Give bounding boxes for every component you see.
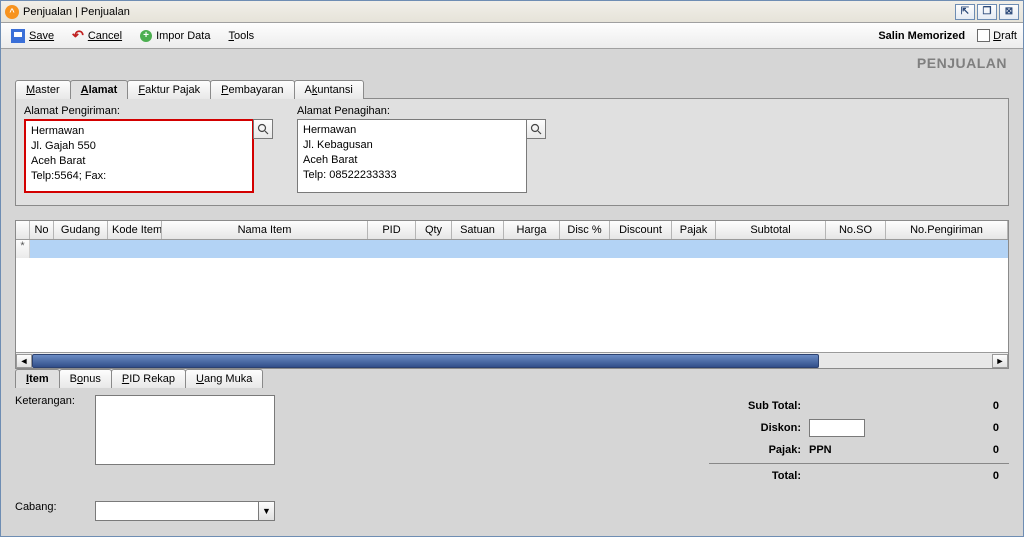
col-no[interactable]: No [30,221,54,239]
pajak-name: PPN [809,444,883,456]
summary-panel: Sub Total: 0 Diskon: 0 Pajak: PPN 0 Tota… [709,395,1009,521]
bill-address-label: Alamat Penagihan: [297,105,546,117]
app-icon: ^ [5,5,19,19]
col-discount[interactable]: Discount [610,221,672,239]
ship-address-textarea[interactable]: Hermawan Jl. Gajah 550 Aceh Barat Telp:5… [24,119,254,193]
col-disc-pct[interactable]: Disc % [560,221,610,239]
col-harga[interactable]: Harga [504,221,560,239]
ship-address-label: Alamat Pengiriman: [24,105,273,117]
grid-header-row: No Gudang Kode Item Nama Item PID Qty Sa… [16,221,1008,240]
pajak-label: Pajak: [709,444,809,456]
cancel-button[interactable]: ↶ Cancel [68,25,126,46]
total-label: Total: [709,470,809,482]
keterangan-textarea[interactable] [95,395,275,465]
window-title: Penjualan | Penjualan [23,6,130,18]
tab-pid-rekap[interactable]: PID Rekap [111,369,186,388]
items-grid: No Gudang Kode Item Nama Item PID Qty Sa… [15,220,1009,369]
col-no-so[interactable]: No.SO [826,221,886,239]
tab-pembayaran[interactable]: Pembayaran [210,80,294,99]
scroll-right-button[interactable]: ► [992,354,1008,368]
col-pid[interactable]: PID [368,221,416,239]
tab-faktur-pajak[interactable]: Faktur Pajak [127,80,211,99]
ship-lookup-button[interactable] [253,119,273,139]
col-gudang[interactable]: Gudang [54,221,108,239]
col-pajak[interactable]: Pajak [672,221,716,239]
bill-address-textarea[interactable]: Hermawan Jl. Kebagusan Aceh Barat Telp: … [297,119,527,193]
tools-menu[interactable]: Tools [224,28,258,44]
diskon-label: Diskon: [709,422,809,434]
pajak-value: 0 [883,444,1009,456]
total-value: 0 [883,470,1009,482]
bottom-tabs: Item Bonus PID Rekap Uang Muka [15,368,1009,387]
address-panel: Alamat Pengiriman: Hermawan Jl. Gajah 55… [15,98,1009,206]
tab-akuntansi[interactable]: Akuntansi [294,80,364,99]
grid-horizontal-scrollbar[interactable]: ◄ ► [16,352,1008,368]
bill-lookup-button[interactable] [526,119,546,139]
cancel-icon: ↶ [72,27,84,44]
tab-master[interactable]: Master [15,80,71,99]
col-kode-item[interactable]: Kode Item [108,221,162,239]
search-icon [257,123,269,135]
col-qty[interactable]: Qty [416,221,452,239]
save-label: Save [29,30,54,42]
grid-body[interactable]: * [16,240,1008,352]
save-button[interactable]: Save [7,27,58,45]
col-subtotal[interactable]: Subtotal [716,221,826,239]
title-bar: ^ Penjualan | Penjualan ⇱ ❐ ⊠ [1,1,1023,23]
import-data-button[interactable]: + Impor Data [136,28,214,44]
save-icon [11,29,25,43]
diskon-input[interactable] [809,419,865,437]
page-heading: PENJUALAN [1,49,1023,73]
chevron-down-icon: ▼ [258,502,274,520]
draft-checkbox[interactable] [977,29,990,42]
window-maximize-button[interactable]: ❐ [977,4,997,20]
cabang-label: Cabang: [15,501,95,513]
top-tabs: Master Alamat Faktur Pajak Pembayaran Ak… [15,79,1009,98]
import-label: Impor Data [156,30,210,42]
row-selector-header [16,221,30,239]
toolbar: Save ↶ Cancel + Impor Data Tools Salin M… [1,23,1023,49]
tab-item[interactable]: Item [15,369,60,388]
col-satuan[interactable]: Satuan [452,221,504,239]
tab-uang-muka[interactable]: Uang Muka [185,369,263,388]
search-icon [530,123,542,135]
salin-memorized-button[interactable]: Salin Memorized [874,28,969,44]
scroll-thumb[interactable] [32,354,819,368]
app-window: ^ Penjualan | Penjualan ⇱ ❐ ⊠ Save ↶ Can… [0,0,1024,537]
scroll-track[interactable] [32,354,992,368]
diskon-value: 0 [883,422,1009,434]
window-close-button[interactable]: ⊠ [999,4,1019,20]
draft-label: raft [1001,30,1017,42]
cancel-label: Cancel [88,30,122,42]
new-row-icon: * [16,240,30,258]
col-nama-item[interactable]: Nama Item [162,221,368,239]
grid-selected-row[interactable] [30,240,1008,258]
tab-alamat[interactable]: Alamat [70,80,129,99]
col-no-pengiriman[interactable]: No.Pengiriman [886,221,1008,239]
tools-label: ools [234,30,254,42]
scroll-left-button[interactable]: ◄ [16,354,32,368]
draft-checkbox-wrap[interactable]: Draft [977,29,1017,42]
cabang-combobox[interactable]: ▼ [95,501,275,521]
import-icon: + [140,30,152,42]
keterangan-label: Keterangan: [15,395,95,407]
tab-bonus[interactable]: Bonus [59,369,112,388]
subtotal-label: Sub Total: [709,400,809,412]
subtotal-value: 0 [883,400,1009,412]
window-restore-button[interactable]: ⇱ [955,4,975,20]
